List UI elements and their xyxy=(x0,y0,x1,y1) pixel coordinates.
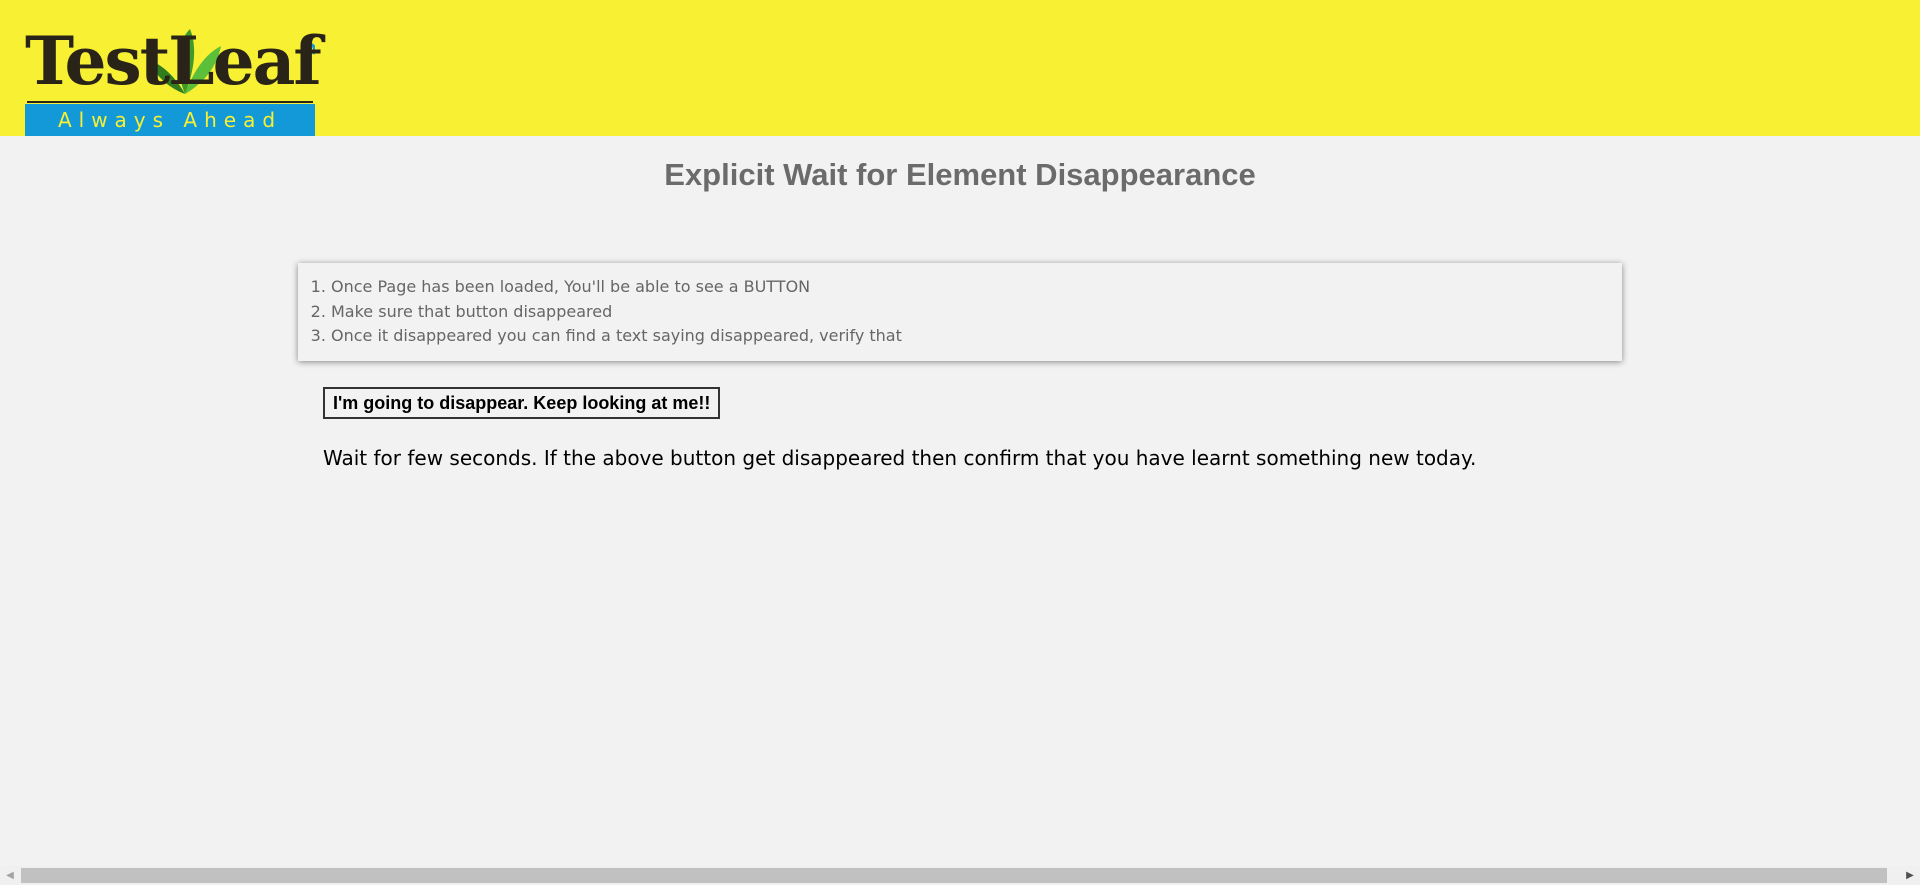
instructions-list: Once Page has been loaded, You'll be abl… xyxy=(310,275,1610,349)
instruction-item: Once Page has been loaded, You'll be abl… xyxy=(331,275,1610,300)
horizontal-scrollbar[interactable]: ◀ ▶ xyxy=(0,866,1920,885)
logo-tagline: Always Ahead xyxy=(25,104,315,136)
instruction-item: Make sure that button disappeared xyxy=(331,300,1610,325)
instruction-item: Once it disappeared you can find a text … xyxy=(331,324,1610,349)
logo-wordmark: TestLeaf xyxy=(25,24,322,106)
instructions-panel: Once Page has been loaded, You'll be abl… xyxy=(298,263,1622,361)
scrollbar-thumb[interactable] xyxy=(21,868,1887,883)
wait-message: Wait for few seconds. If the above butto… xyxy=(323,446,1477,470)
site-header: TestLeaf Always Ahead xyxy=(0,0,1920,136)
chevron-right-icon[interactable]: ▶ xyxy=(1900,866,1920,885)
testleaf-logo[interactable]: TestLeaf Always Ahead xyxy=(25,24,322,136)
chevron-left-icon[interactable]: ◀ xyxy=(0,866,20,885)
page-title: Explicit Wait for Element Disappearance xyxy=(664,157,1256,192)
disappearing-button[interactable]: I'm going to disappear. Keep looking at … xyxy=(323,387,721,419)
